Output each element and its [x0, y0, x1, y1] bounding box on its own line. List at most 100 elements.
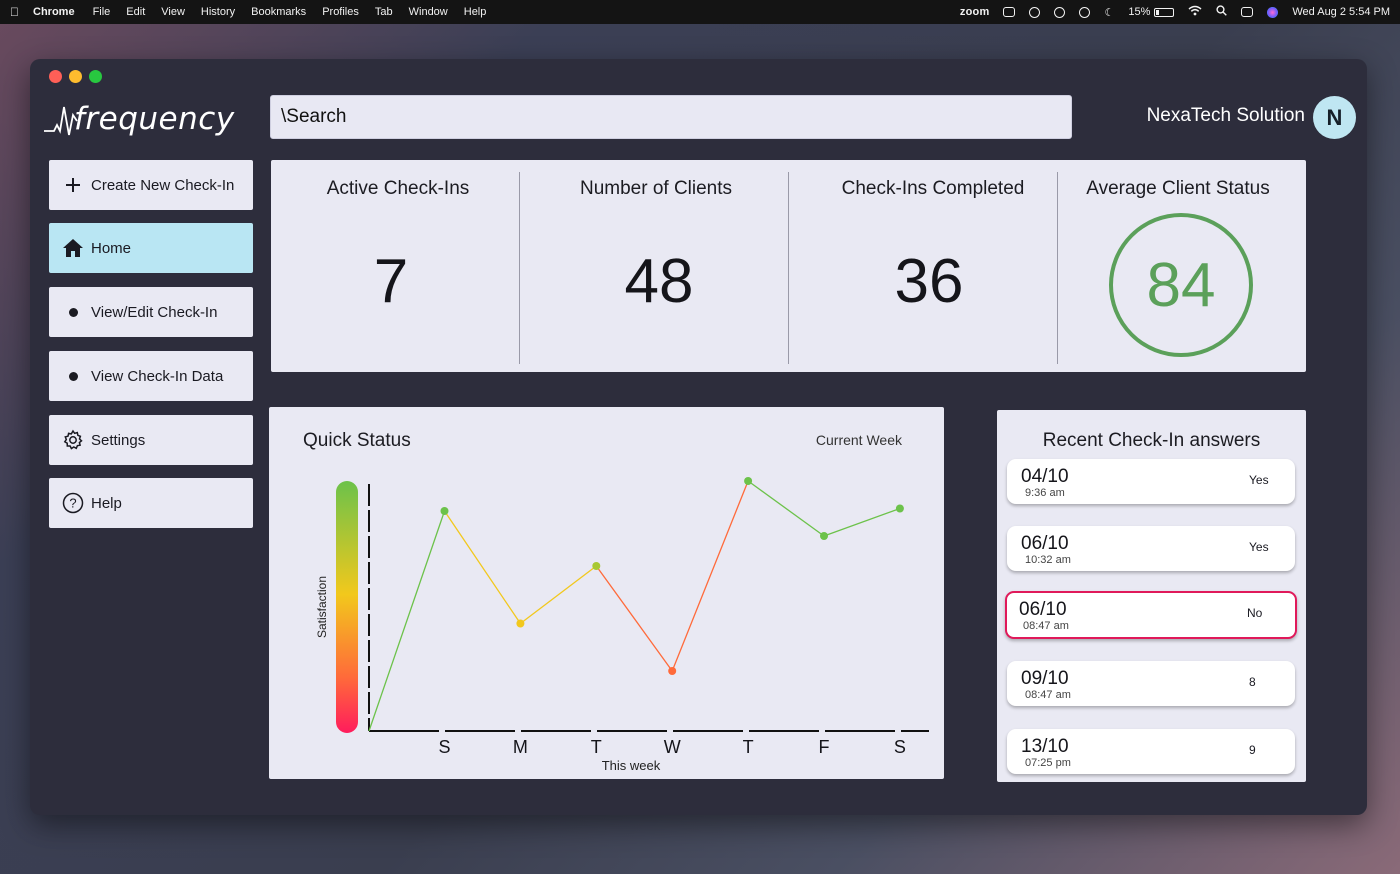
sidebar-item-help[interactable]: ? Help — [49, 478, 253, 528]
menu-history[interactable]: History — [201, 6, 235, 18]
series-line-segment — [671, 480, 749, 672]
logo-text: frequency — [74, 101, 235, 137]
checkin-entry[interactable]: 04/10 9:36 am Yes — [1007, 459, 1295, 504]
x-tick-label: W — [664, 737, 681, 757]
satisfaction-line-chart: Satisfaction S M T W T F S This week — [315, 477, 929, 773]
checkin-entry[interactable]: 09/10 08:47 am 8 — [1007, 661, 1295, 706]
stats-panel: Active Check-Ins 7 Number of Clients 48 … — [271, 160, 1306, 372]
plus-icon — [62, 174, 84, 196]
bullet-icon — [62, 301, 84, 323]
data-point[interactable] — [592, 562, 601, 570]
wifi-icon[interactable] — [1188, 5, 1202, 19]
checkin-entry[interactable]: 13/10 07:25 pm 9 — [1007, 729, 1295, 774]
data-point[interactable] — [440, 507, 449, 515]
avg-client-status-ring[interactable]: 84 — [1109, 213, 1253, 357]
battery-status[interactable]: 15% — [1128, 6, 1175, 18]
entry-date: 13/10 — [1021, 736, 1069, 757]
x-tick-label: T — [743, 737, 754, 757]
siri-icon[interactable] — [1267, 6, 1279, 18]
entry-date: 04/10 — [1021, 466, 1069, 487]
data-point[interactable] — [895, 504, 904, 513]
gear-icon — [62, 429, 84, 451]
nav-label: Create New Check-In — [91, 176, 235, 194]
series-line-segment — [443, 510, 521, 624]
menu-file[interactable]: File — [93, 6, 111, 18]
sidebar-item-settings[interactable]: Settings — [49, 415, 253, 465]
entry-answer: Yes — [1249, 540, 1269, 554]
entry-date: 09/10 — [1021, 668, 1069, 689]
nav-label: Settings — [91, 431, 146, 449]
checkin-entry[interactable]: 06/10 10:32 am Yes — [1007, 526, 1295, 571]
menubar-datetime[interactable]: Wed Aug 2 5:54 PM — [1292, 6, 1390, 18]
app-window: frequency NexaTech Solution N Create New… — [30, 59, 1367, 815]
quick-status-panel: Quick Status Current Week Satisfaction S… — [269, 407, 944, 779]
sidebar-item-view-checkin-data[interactable]: View Check-In Data — [49, 351, 253, 401]
zoom-window-button[interactable] — [89, 70, 102, 83]
menu-help[interactable]: Help — [464, 6, 487, 18]
menu-profiles[interactable]: Profiles — [322, 6, 359, 18]
svg-text:?: ? — [69, 496, 76, 511]
x-tick-label: S — [894, 737, 906, 757]
entry-answer: Yes — [1249, 473, 1269, 487]
nav-label: View Check-In Data — [91, 367, 224, 385]
satisfaction-gradient-scale — [336, 481, 358, 733]
entry-answer: 8 — [1249, 675, 1256, 689]
data-point[interactable] — [744, 477, 753, 485]
entry-time: 08:47 am — [1025, 689, 1071, 701]
moon-icon[interactable]: ☾ — [1104, 6, 1114, 19]
cloud-icon[interactable] — [1029, 6, 1041, 18]
create-new-checkin-button[interactable]: Create New Check-In — [49, 160, 253, 210]
active-checkins-value[interactable]: 7 — [266, 246, 516, 317]
zoom-status-item[interactable]: zoom — [960, 6, 990, 18]
clients-label: Number of Clients — [579, 178, 733, 199]
menubar-app-name[interactable]: Chrome — [33, 6, 75, 18]
menu-bookmarks[interactable]: Bookmarks — [251, 6, 306, 18]
menu-view[interactable]: View — [161, 6, 185, 18]
x-tick-label: F — [819, 737, 830, 757]
apple-icon[interactable]:  — [10, 5, 19, 19]
airdrop-icon[interactable] — [1079, 6, 1091, 18]
minimize-window-button[interactable] — [69, 70, 82, 83]
app-logo[interactable]: frequency — [44, 97, 244, 141]
x-tick-label: T — [591, 737, 602, 757]
entry-time: 07:25 pm — [1025, 757, 1071, 769]
menu-edit[interactable]: Edit — [126, 6, 145, 18]
menu-tab[interactable]: Tab — [375, 6, 393, 18]
series-line-segment — [595, 565, 673, 672]
x-tick-label: S — [438, 737, 450, 757]
menubar-status-area: zoom ☾ 15% Wed Aug 2 5:54 PM — [960, 5, 1390, 19]
dropbox-icon[interactable] — [1003, 7, 1016, 17]
stat-divider — [519, 172, 520, 364]
data-point[interactable] — [820, 532, 828, 540]
entry-answer: 9 — [1249, 743, 1256, 757]
data-point[interactable] — [668, 667, 677, 675]
help-icon: ? — [62, 492, 84, 514]
active-checkins-label: Active Check-Ins — [326, 178, 470, 199]
nav-label: Home — [91, 239, 132, 257]
series-line-segment — [520, 565, 597, 625]
series-line-segment — [368, 510, 446, 732]
bullet-icon — [62, 365, 84, 387]
checkin-entry-flagged[interactable]: 06/10 08:47 am No — [1005, 591, 1297, 639]
battery-icon — [1154, 7, 1175, 17]
entry-date: 06/10 — [1019, 599, 1067, 620]
avatar[interactable]: N — [1313, 96, 1356, 139]
spotlight-search-icon[interactable] — [1216, 5, 1228, 19]
x-axis-label: This week — [602, 758, 661, 773]
close-window-button[interactable] — [49, 70, 62, 83]
data-point[interactable] — [516, 619, 525, 628]
recent-checkins-title: Recent Check-In answers — [1042, 430, 1261, 451]
entry-date: 06/10 — [1021, 533, 1069, 554]
control-center-icon[interactable] — [1241, 7, 1254, 17]
checkins-completed-value[interactable]: 36 — [788, 246, 1070, 317]
sidebar-item-view-edit-checkin[interactable]: View/Edit Check-In — [49, 287, 253, 337]
sidebar-item-home[interactable]: Home — [49, 223, 253, 273]
battery-percent: 15% — [1128, 6, 1151, 18]
clients-value[interactable]: 48 — [524, 246, 794, 317]
company-name: NexaTech Solution — [1146, 105, 1305, 126]
menu-window[interactable]: Window — [409, 6, 448, 18]
screen-record-icon[interactable] — [1054, 6, 1066, 18]
search-input[interactable] — [270, 95, 1072, 139]
series-line-segment — [823, 507, 901, 537]
y-axis-label: Satisfaction — [315, 576, 329, 638]
